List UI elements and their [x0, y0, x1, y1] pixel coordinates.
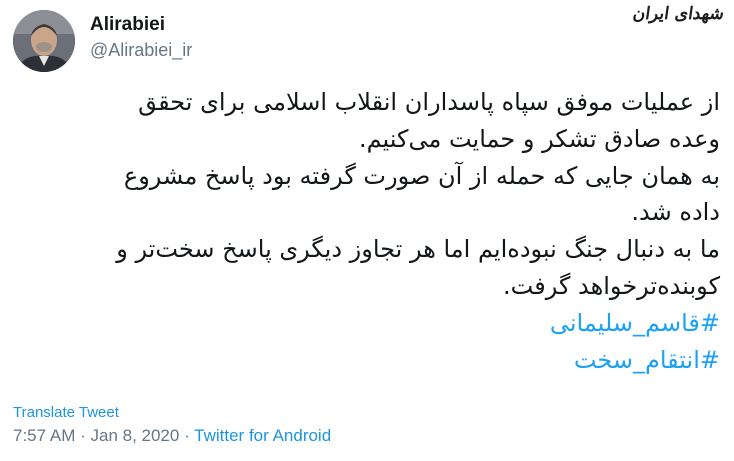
watermark: شهدای ایران [631, 4, 726, 24]
meta-separator: · [179, 426, 195, 445]
avatar-portrait-icon [13, 10, 75, 72]
tweet-line: کوبنده‌ترخواهد گرفت. [503, 271, 720, 300]
tweet-line: ما به دنبال جنگ نبوده‌ایم اما هر تجاوز د… [116, 235, 720, 264]
display-name[interactable]: Alirabiei [90, 14, 165, 36]
hashtag-link[interactable]: #انتقام_سخت [14, 342, 720, 379]
hashtag-link[interactable]: #قاسم_سلیمانی [14, 305, 720, 342]
tweet-line: به همان جایی که حمله از آن صورت گرفته بو… [123, 161, 720, 190]
tweet-source-link[interactable]: Twitter for Android [194, 426, 331, 445]
avatar[interactable] [13, 10, 75, 72]
tweet-line: داده شد. [631, 198, 720, 227]
tweet-line: از عملیات موفق سپاه پاسداران انقلاب اسلا… [138, 88, 720, 116]
translate-tweet-link[interactable]: Translate Tweet [13, 404, 119, 421]
tweet-meta: 7:57 AM · Jan 8, 2020 · Twitter for Andr… [13, 426, 331, 446]
tweet-time[interactable]: 7:57 AM [13, 426, 75, 445]
tweet-card: Alirabiei @Alirabiei_ir شهدای ایران از ع… [0, 0, 734, 461]
user-handle[interactable]: @Alirabiei_ir [90, 40, 192, 61]
tweet-line: وعده صادق تشکر و حمایت می‌کنیم. [358, 124, 720, 153]
meta-separator: · [75, 426, 91, 445]
tweet-text: از عملیات موفق سپاه پاسداران انقلاب اسلا… [14, 84, 720, 378]
tweet-date[interactable]: Jan 8, 2020 [90, 426, 179, 445]
